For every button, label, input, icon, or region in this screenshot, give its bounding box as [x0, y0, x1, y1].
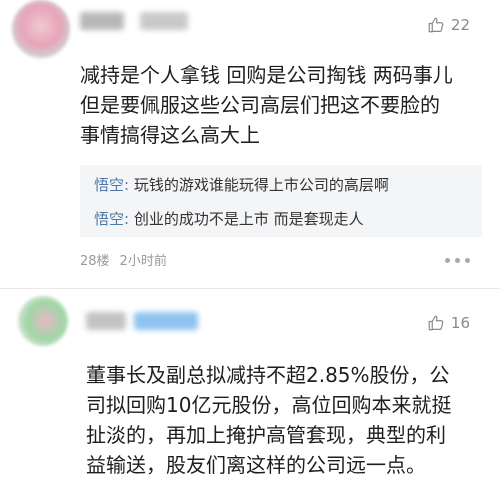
avatar[interactable]: [18, 296, 68, 346]
reply-author[interactable]: 悟空:: [94, 210, 129, 228]
reply-item[interactable]: 悟空: 创业的成功不是上市 而是套现走人: [94, 209, 364, 229]
reply-item[interactable]: 悟空: 玩钱的游戏谁能玩得上市公司的高层啊: [94, 175, 389, 195]
thumbs-up-icon: [427, 16, 445, 34]
username-blurred[interactable]: [86, 312, 126, 330]
reply-list[interactable]: 悟空: 玩钱的游戏谁能玩得上市公司的高层啊 悟空: 创业的成功不是上市 而是套现…: [80, 165, 482, 237]
more-dots-icon[interactable]: [445, 258, 470, 263]
like-count: 22: [450, 16, 470, 34]
comment-text: 董事长及副总拟减持不超2.85%股份，公 司拟回购10亿元股份，高位回购本来就挺…: [86, 363, 452, 477]
avatar[interactable]: [12, 0, 70, 58]
reply-text: 创业的成功不是上市 而是套现走人: [129, 210, 364, 228]
comment-text: 减持是个人拿钱 回购是公司掏钱 两码事儿 但是要佩服这些公司高层们把这不要脸的 …: [80, 63, 453, 147]
thumbs-up-icon: [427, 314, 445, 332]
user-badge-blurred: [134, 312, 198, 330]
comment-item: 22 减持是个人拿钱 回购是公司掏钱 两码事儿 但是要佩服这些公司高层们把这不要…: [0, 0, 500, 290]
like-button[interactable]: 16: [427, 314, 470, 332]
like-button[interactable]: 22: [427, 16, 470, 34]
timestamp: 2小时前: [119, 254, 167, 269]
comment-meta: 28楼 2小时前: [80, 250, 167, 269]
reply-text: 玩钱的游戏谁能玩得上市公司的高层啊: [129, 176, 389, 194]
comment-item: 16 董事长及副总拟减持不超2.85%股份，公 司拟回购10亿元股份，高位回购本…: [0, 290, 500, 489]
user-badge-blurred: [140, 12, 188, 30]
floor-number: 28楼: [80, 254, 110, 269]
reply-author[interactable]: 悟空:: [94, 176, 129, 194]
divider: [0, 288, 500, 289]
like-count: 16: [450, 314, 470, 332]
username-blurred[interactable]: [80, 12, 124, 30]
